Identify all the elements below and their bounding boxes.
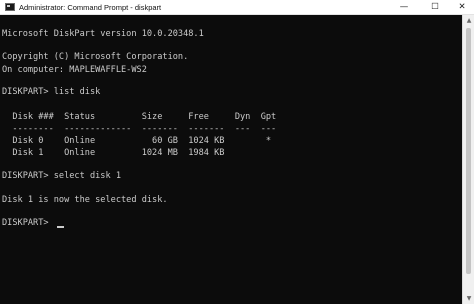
text-cursor — [57, 226, 64, 228]
table-header: Disk ### Status Size Free Dyn Gpt — [2, 112, 277, 122]
table-row: Disk 0 Online 60 GB 1024 KB * — [2, 136, 272, 146]
vertical-scrollbar[interactable]: ▲ ▼ — [462, 15, 474, 304]
maximize-button[interactable]: ☐ — [422, 0, 448, 15]
console-output[interactable]: Microsoft DiskPart version 10.0.20348.1 … — [0, 15, 462, 304]
minimize-button[interactable]: — — [391, 0, 417, 15]
table-row: Disk 1 Online 1024 MB 1984 KB — [2, 148, 225, 158]
console-line: Disk 1 is now the selected disk. — [2, 195, 168, 205]
title-bar[interactable]: Administrator: Command Prompt - diskpart… — [0, 0, 474, 15]
console-line: DISKPART> list disk — [2, 87, 101, 97]
window-title: Administrator: Command Prompt - diskpart — [19, 3, 162, 12]
cmd-icon — [5, 3, 15, 11]
table-separator: -------- ------------- ------- ------- -… — [2, 124, 277, 134]
console-line: Microsoft DiskPart version 10.0.20348.1 — [2, 29, 204, 39]
scroll-down-icon[interactable]: ▼ — [463, 295, 474, 302]
console-line: On computer: MAPLEWAFFLE-WS2 — [2, 65, 147, 75]
scroll-up-icon[interactable]: ▲ — [463, 17, 474, 24]
console-line: DISKPART> select disk 1 — [2, 171, 121, 181]
console-line: Copyright (C) Microsoft Corporation. — [2, 52, 189, 62]
close-button[interactable]: ✕ — [449, 0, 474, 15]
command-prompt[interactable]: DISKPART> — [2, 218, 54, 228]
scroll-thumb[interactable] — [466, 28, 471, 274]
